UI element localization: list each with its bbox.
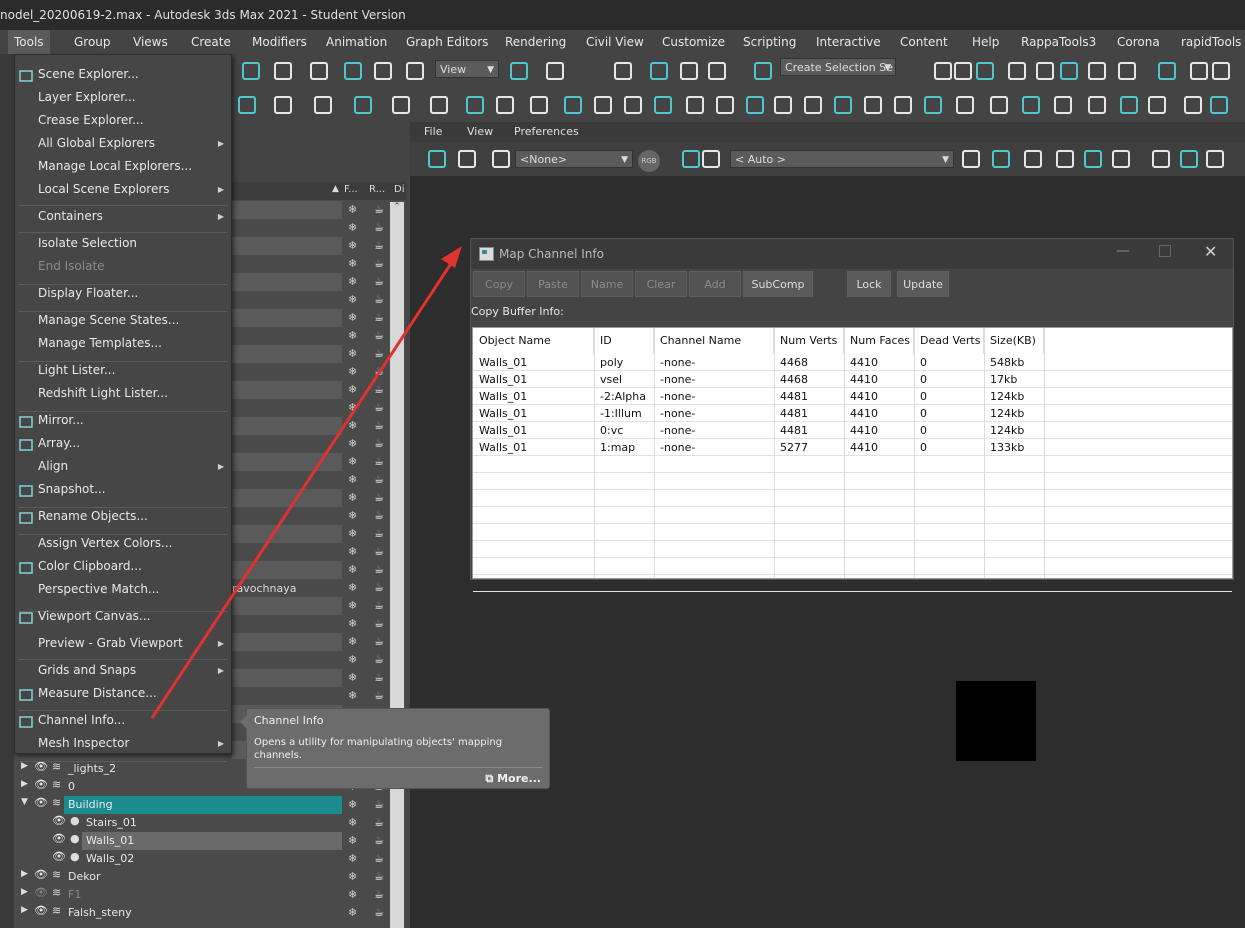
external-link-icon: ⧉ xyxy=(485,772,498,785)
tooltip-pointer xyxy=(240,715,247,729)
tooltip-more-label: More... xyxy=(497,772,541,785)
tooltip-more-link[interactable]: ⧉ More... xyxy=(485,772,541,786)
tooltip-description: Opens a utility for manipulating objects… xyxy=(254,737,503,761)
arrow-line xyxy=(150,261,454,719)
tooltip-divider xyxy=(254,767,542,768)
tooltip-title: Channel Info xyxy=(254,714,324,727)
channel-info-tooltip: Channel Info Opens a utility for manipul… xyxy=(240,708,550,789)
arrow-head-icon xyxy=(441,246,462,268)
annotation-arrow xyxy=(150,246,462,719)
